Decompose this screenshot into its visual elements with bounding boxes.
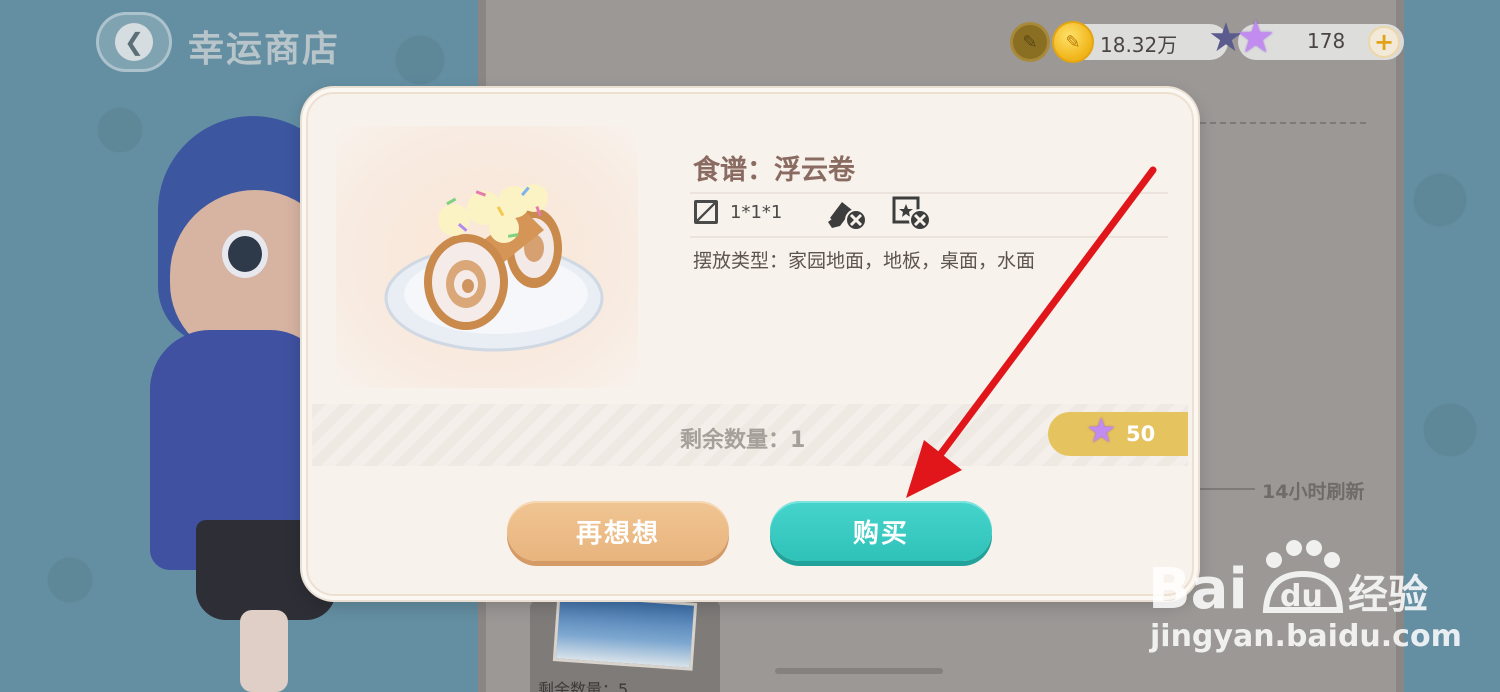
svg-text:Bai: Bai [1148,557,1248,620]
cancel-button[interactable]: 再想想 [507,501,729,561]
buy-button[interactable]: 购买 [770,501,992,561]
shop-item-image [552,593,698,671]
placement-type: 摆放类型：家园地面，地板，桌面，水面 [693,250,1036,272]
character-eye [222,230,268,278]
svg-text:du: du [1280,579,1323,614]
watermark-url: jingyan.baidu.com [1150,619,1462,654]
divider [690,192,1168,194]
price-value: 50 [1126,422,1156,446]
svg-text:经验: 经验 [1348,572,1428,618]
gold-coin-icon: ✎ [1052,21,1094,63]
shop-item-remaining: 剩余数量：5 [538,680,629,692]
item-name: 食谱：浮云卷 [693,155,855,186]
no-star-icon [892,196,931,231]
star-amount: 178 [1307,29,1346,53]
star-currency-icon: ★ [1236,12,1276,63]
size-icon [694,200,718,224]
remaining-quantity: 剩余数量：1 [680,428,806,453]
swiss-roll-image [384,184,604,352]
coin-badge-icon: ✎ [1010,22,1050,62]
no-clean-icon [828,202,867,231]
page-title: 幸运商店 [188,29,341,70]
currency-bar: ✎ ✎ 18.32万 ★ ★ 178 + [1010,16,1404,64]
divider [690,236,1168,238]
scrollbar[interactable] [775,668,943,674]
item-size: 1*1*1 [730,202,783,223]
price-tag [1048,412,1188,456]
coin-amount: 18.32万 [1100,33,1178,57]
baidu-watermark-logo: Bai du 经验 [1148,540,1428,620]
back-button[interactable]: ❮ [96,12,172,72]
refresh-note: 14小时刷新 [1262,481,1365,503]
add-currency-button[interactable]: + [1368,26,1400,58]
back-arrow-icon: ❮ [115,23,153,61]
character-leg [240,610,288,692]
star-price-icon: ★ [1086,411,1117,451]
